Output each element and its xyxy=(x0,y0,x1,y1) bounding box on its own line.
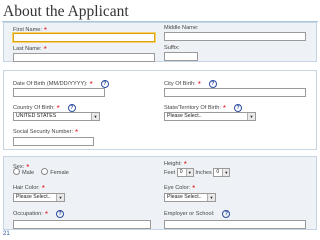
feet-select[interactable]: 0 ▼ xyxy=(176,168,194,177)
dropdown-arrow-icon: ▼ xyxy=(56,194,64,201)
feet-label: Feet xyxy=(164,169,176,176)
help-icon[interactable]: ? xyxy=(222,210,231,218)
help-icon[interactable]: ? xyxy=(67,104,76,112)
sex-options: Male Female xyxy=(13,168,69,178)
required-icon: * xyxy=(75,128,79,137)
first-name-input[interactable] xyxy=(13,33,155,42)
help-icon[interactable]: ? xyxy=(234,104,243,112)
eye-color-label: Eye Color: * xyxy=(164,184,196,193)
ssn-input[interactable] xyxy=(13,137,94,146)
help-icon[interactable]: ? xyxy=(100,80,109,88)
dropdown-arrow-icon: ▼ xyxy=(207,194,215,201)
dropdown-arrow-icon: ▼ xyxy=(91,113,99,120)
hair-color-label: Hair Color: * xyxy=(13,184,45,193)
occupation-input[interactable] xyxy=(13,220,151,229)
male-radio[interactable] xyxy=(13,168,20,175)
city-of-birth-label: City Of Birth: *? xyxy=(164,80,217,89)
female-label: Female xyxy=(50,170,69,176)
hair-color-select[interactable]: Please Select.. ▼ xyxy=(13,193,65,202)
required-icon: * xyxy=(41,184,45,193)
suffix-label: Suffix: xyxy=(164,45,180,51)
country-of-birth-label: Country Of Birth: *? xyxy=(13,104,76,113)
dob-label: Date Of Birth (MM/DD/YYYY): *? xyxy=(13,80,109,89)
help-icon[interactable]: ? xyxy=(55,210,64,218)
eye-color-select[interactable]: Please Select.. ▼ xyxy=(164,193,216,202)
female-radio[interactable] xyxy=(41,168,49,175)
state-of-birth-label: State/Territory Of Birth: *? xyxy=(164,104,243,113)
occupation-label: Occupation: *? xyxy=(13,210,64,219)
help-icon[interactable]: ? xyxy=(208,80,217,88)
dropdown-arrow-icon: ▼ xyxy=(185,169,193,176)
employer-input[interactable] xyxy=(164,220,306,229)
country-of-birth-select[interactable]: UNITED STATES ▼ xyxy=(13,112,100,121)
page-number: 21 xyxy=(3,231,10,237)
last-name-input[interactable] xyxy=(13,53,155,62)
inches-label: Inches xyxy=(195,169,212,176)
required-icon: * xyxy=(44,210,48,219)
dob-input[interactable] xyxy=(13,88,105,97)
male-label: Male xyxy=(22,170,35,176)
inches-select[interactable]: 0 ▼ xyxy=(213,168,231,177)
suffix-input[interactable] xyxy=(164,52,198,61)
middle-name-label: Middle Name: xyxy=(164,25,199,31)
height-label: Height: * xyxy=(164,160,187,169)
required-icon: * xyxy=(192,184,196,193)
last-name-label: Last Name: * xyxy=(13,45,47,54)
page-title: About the Applicant xyxy=(3,3,129,20)
state-of-birth-select[interactable]: Please Select.. ▼ xyxy=(164,112,256,121)
employer-label: Employer or School:? xyxy=(164,210,231,218)
ssn-label: Social Security Number: * xyxy=(13,128,79,137)
city-of-birth-input[interactable] xyxy=(164,88,306,97)
height-fields: Feet 0 ▼ Inches 0 ▼ xyxy=(164,168,231,178)
dropdown-arrow-icon: ▼ xyxy=(247,113,255,120)
dropdown-arrow-icon: ▼ xyxy=(222,169,230,176)
middle-name-input[interactable] xyxy=(164,32,306,41)
